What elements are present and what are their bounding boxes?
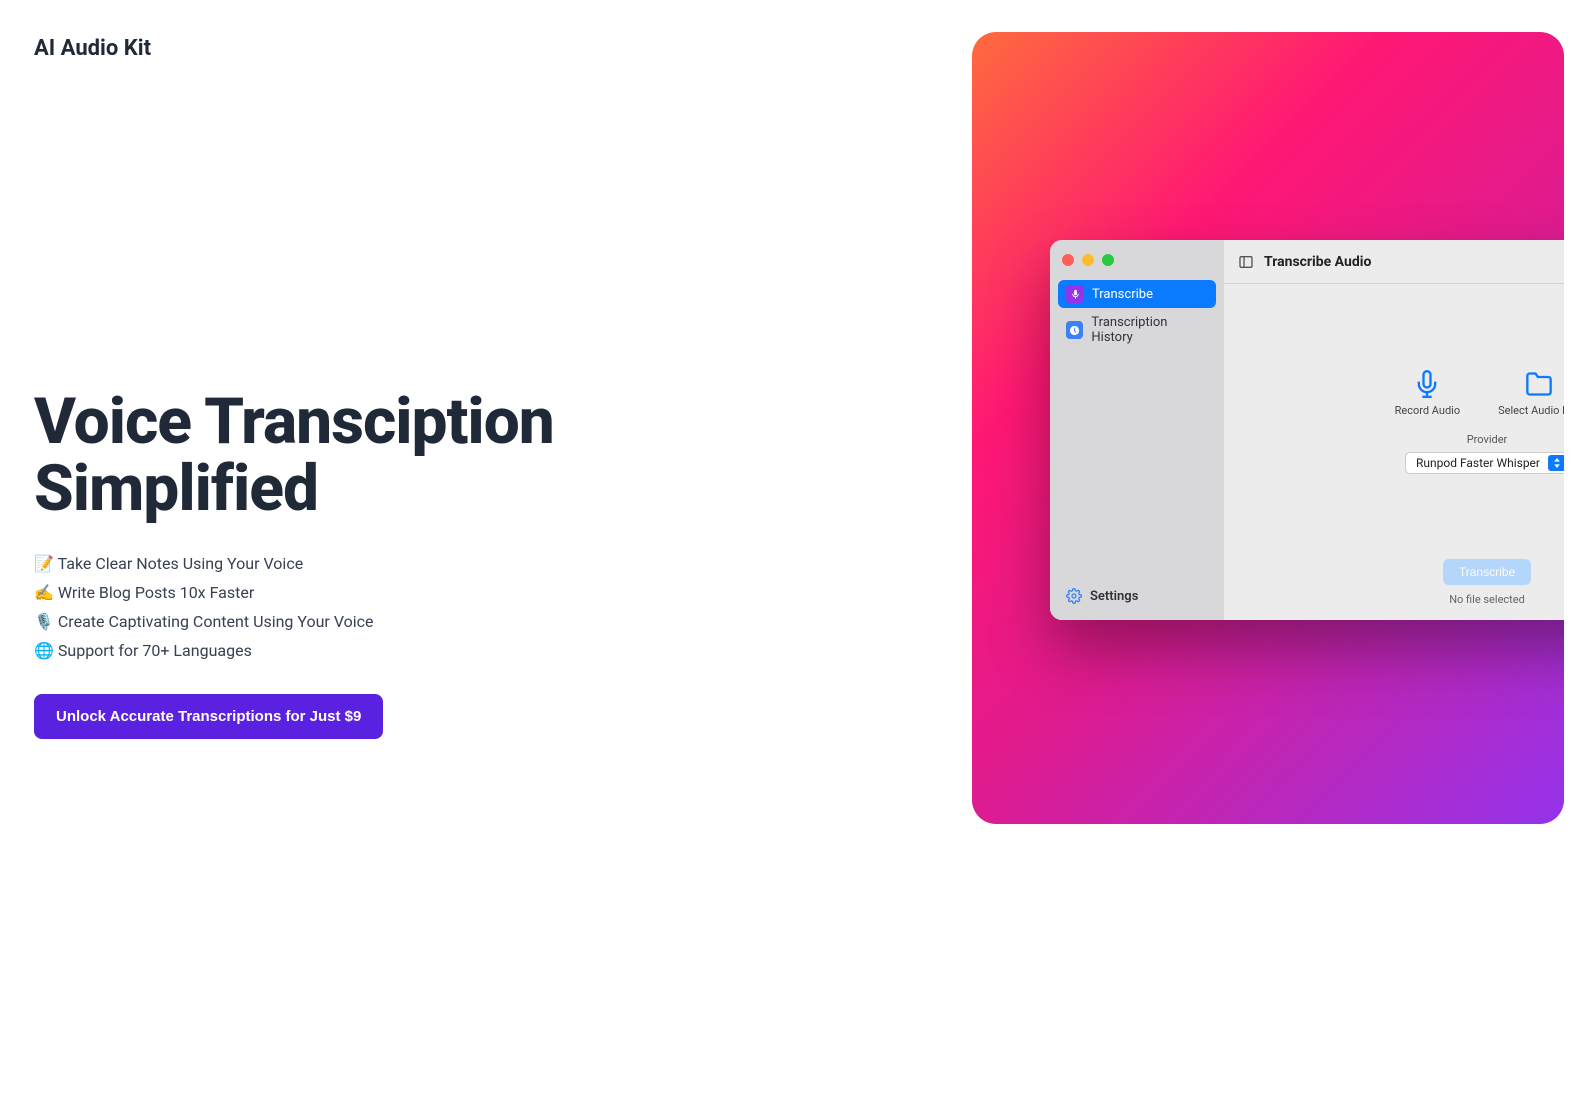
- close-icon[interactable]: [1062, 254, 1074, 266]
- select-file-button[interactable]: Select Audio File: [1498, 370, 1564, 417]
- sidebar-label: Transcription History: [1091, 315, 1208, 345]
- gear-icon: [1066, 588, 1082, 604]
- transcribe-button[interactable]: Transcribe: [1443, 559, 1531, 585]
- feature-item: 🎙️ Create Captivating Content Using Your…: [34, 608, 654, 637]
- feature-item: 📝 Take Clear Notes Using Your Voice: [34, 550, 654, 579]
- action-label: Record Audio: [1395, 404, 1461, 417]
- app-footer: Transcribe No file selected: [1224, 559, 1564, 620]
- sidebar-item-settings[interactable]: Settings: [1058, 582, 1216, 610]
- mic-icon: [1066, 285, 1084, 303]
- settings-label: Settings: [1090, 589, 1138, 604]
- window-title: Transcribe Audio: [1264, 254, 1371, 270]
- app-main: Transcribe Audio Record Audio Select Aud…: [1224, 240, 1564, 620]
- feature-list: 📝 Take Clear Notes Using Your Voice ✍️ W…: [34, 550, 654, 665]
- brand-logo: AI Audio Kit: [34, 36, 151, 61]
- mic-icon: [1413, 370, 1441, 398]
- sidebar-item-history[interactable]: Transcription History: [1058, 310, 1216, 350]
- sidebar-label: Transcribe: [1092, 287, 1153, 302]
- window-controls[interactable]: [1058, 250, 1216, 280]
- headline: Voice Transciption Simplified: [34, 388, 654, 522]
- app-sidebar: Transcribe Transcription History Setting…: [1050, 240, 1224, 620]
- provider-label: Provider: [1467, 433, 1508, 446]
- showcase-panel: Transcribe Transcription History Setting…: [972, 32, 1564, 824]
- app-titlebar: Transcribe Audio: [1224, 240, 1564, 284]
- app-body: Record Audio Select Audio File Provider …: [1224, 284, 1564, 559]
- clock-icon: [1066, 321, 1083, 339]
- folder-icon: [1525, 370, 1553, 398]
- no-file-label: No file selected: [1449, 593, 1525, 606]
- app-window: Transcribe Transcription History Setting…: [1050, 240, 1564, 620]
- sidebar-item-transcribe[interactable]: Transcribe: [1058, 280, 1216, 308]
- feature-item: ✍️ Write Blog Posts 10x Faster: [34, 579, 654, 608]
- hero-section: Voice Transciption Simplified 📝 Take Cle…: [34, 388, 654, 739]
- provider-value: Runpod Faster Whisper: [1416, 456, 1540, 470]
- sidebar-toggle-icon[interactable]: [1238, 254, 1254, 270]
- action-label: Select Audio File: [1498, 404, 1564, 417]
- feature-item: 🌐 Support for 70+ Languages: [34, 637, 654, 666]
- maximize-icon[interactable]: [1102, 254, 1114, 266]
- record-audio-button[interactable]: Record Audio: [1395, 370, 1461, 417]
- minimize-icon[interactable]: [1082, 254, 1094, 266]
- chevron-updown-icon: [1548, 455, 1564, 471]
- cta-button[interactable]: Unlock Accurate Transcriptions for Just …: [34, 694, 383, 739]
- provider-select[interactable]: Runpod Faster Whisper: [1405, 452, 1564, 474]
